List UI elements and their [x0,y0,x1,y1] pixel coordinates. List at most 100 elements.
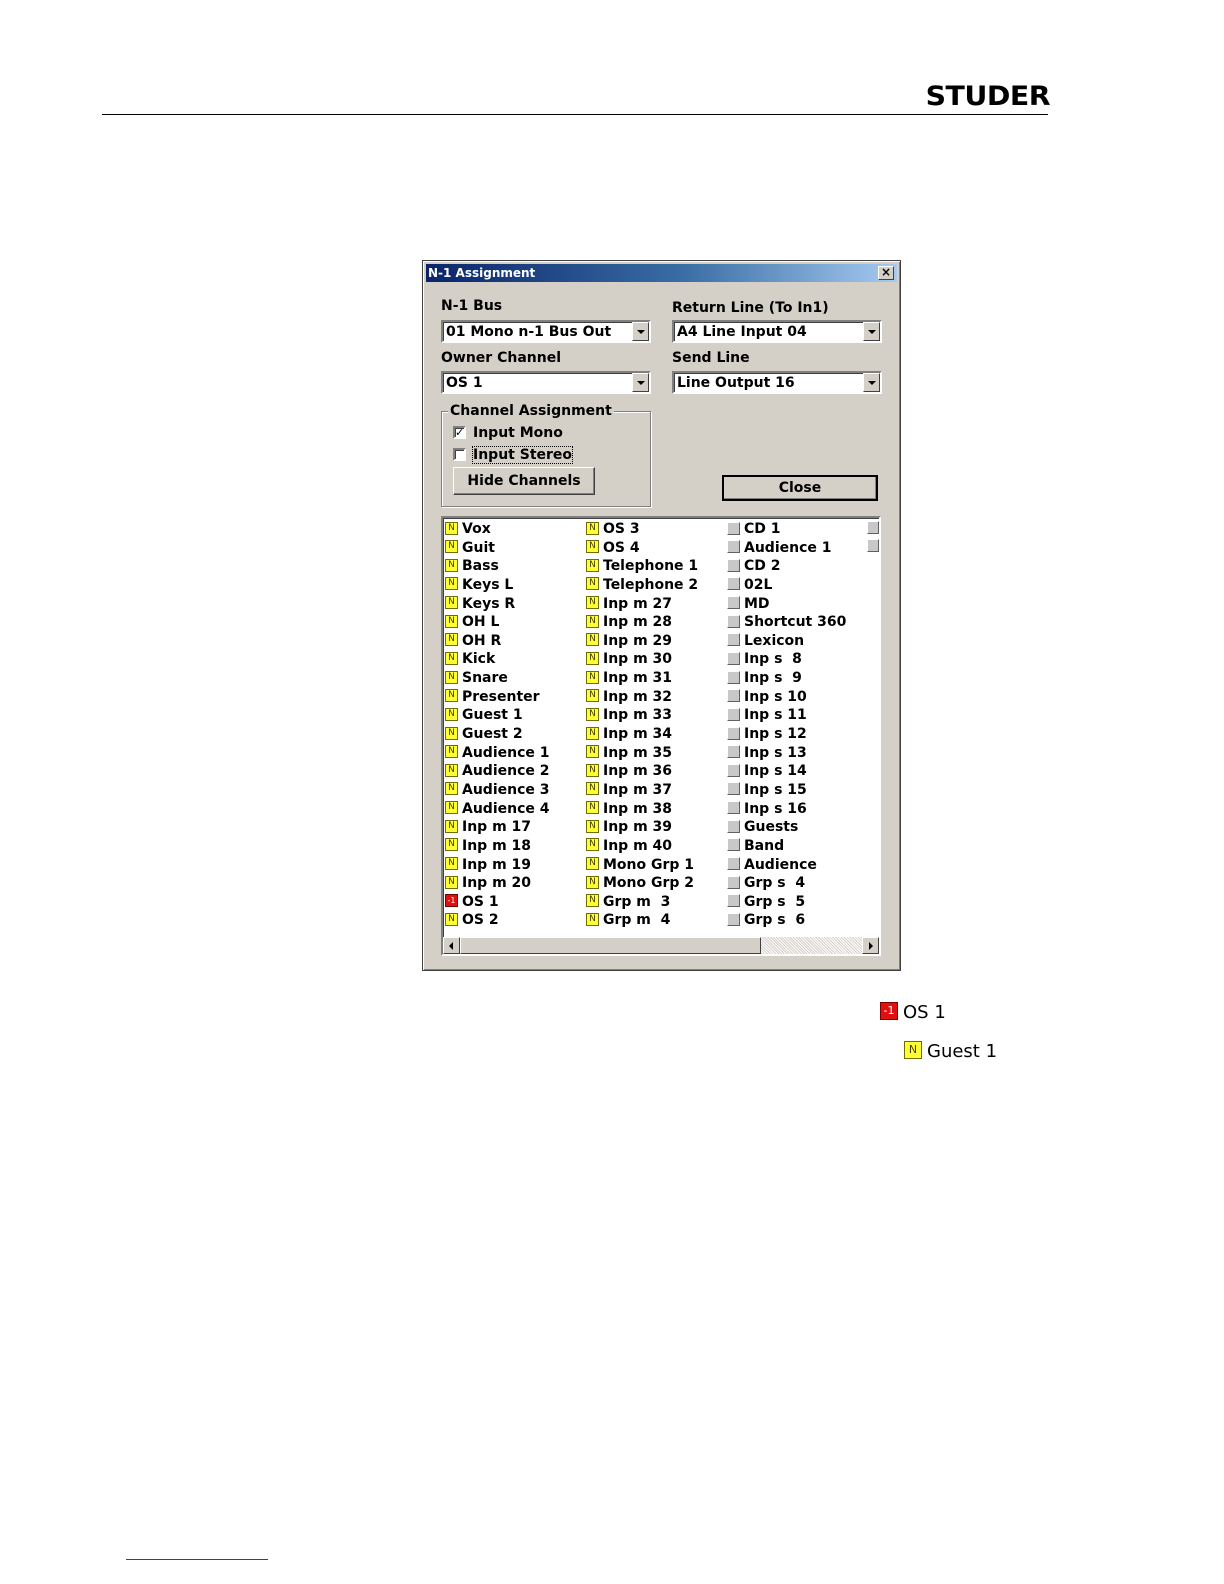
channel-item[interactable]: N Inp m 30 [586,650,698,669]
channel-item[interactable]: N OS 2 [445,911,550,930]
channel-item[interactable]: N OH L [445,613,550,632]
assigned-indicator-icon[interactable]: N [586,558,599,572]
channel-item[interactable]: Inp s 8 [727,650,846,669]
assigned-indicator-icon[interactable]: N [445,670,458,684]
chevron-down-icon[interactable] [632,373,649,392]
partial-indicator[interactable] [867,521,879,534]
assigned-indicator-icon[interactable]: N [445,801,458,815]
close-button[interactable]: Close [722,475,878,501]
channel-item[interactable]: Guests [727,818,846,837]
channel-item[interactable]: N Inp m 35 [586,744,698,763]
channel-item[interactable]: CD 1 [727,520,846,539]
scrollbar-thumb[interactable] [460,937,761,954]
assigned-indicator-icon[interactable]: N [586,577,599,591]
unassigned-indicator-icon[interactable] [727,782,740,796]
unassigned-indicator-icon[interactable] [727,577,740,591]
assigned-indicator-icon[interactable]: N [586,912,599,926]
partial-indicator[interactable] [867,539,879,552]
hide-channels-button[interactable]: Hide Channels [453,467,595,495]
channel-item[interactable]: Inp s 12 [727,725,846,744]
assigned-indicator-icon[interactable]: N [586,521,599,535]
assigned-indicator-icon[interactable]: N [445,782,458,796]
channel-item[interactable]: Audience [727,856,846,875]
channel-item[interactable]: CD 2 [727,557,846,576]
channel-item[interactable]: N Telephone 1 [586,557,698,576]
assigned-indicator-icon[interactable]: N [445,558,458,572]
unassigned-indicator-icon[interactable] [727,614,740,628]
channel-item[interactable]: Grp s 4 [727,874,846,893]
assigned-indicator-icon[interactable]: N [445,745,458,759]
unassigned-indicator-icon[interactable] [727,875,740,889]
assigned-indicator-icon[interactable]: N [445,707,458,721]
channel-item[interactable]: N Presenter [445,688,550,707]
assigned-indicator-icon[interactable]: N [445,838,458,852]
unassigned-indicator-icon[interactable] [727,819,740,833]
channel-item[interactable]: N Inp m 38 [586,800,698,819]
channel-item[interactable]: N Inp m 32 [586,688,698,707]
channel-item[interactable]: N Inp m 39 [586,818,698,837]
unassigned-indicator-icon[interactable] [727,521,740,535]
channel-item[interactable]: N Inp m 34 [586,725,698,744]
channel-item[interactable]: -1 OS 1 [445,893,550,912]
channel-item[interactable]: N Inp m 33 [586,706,698,725]
channel-item[interactable]: N Inp m 20 [445,874,550,893]
unassigned-indicator-icon[interactable] [727,857,740,871]
channel-item[interactable]: N Snare [445,669,550,688]
assigned-indicator-icon[interactable]: N [445,689,458,703]
assigned-indicator-icon[interactable]: N [445,651,458,665]
unassigned-indicator-icon[interactable] [727,894,740,908]
assigned-indicator-icon[interactable]: N [586,745,599,759]
unassigned-indicator-icon[interactable] [727,801,740,815]
assigned-indicator-icon[interactable]: N [445,857,458,871]
chevron-down-icon[interactable] [863,373,880,392]
owner-channel-select[interactable]: OS 1 [441,371,651,394]
assigned-indicator-icon[interactable]: N [586,819,599,833]
channel-item[interactable]: N OH R [445,632,550,651]
channel-item[interactable]: 02L [727,576,846,595]
assigned-indicator-icon[interactable]: N [445,875,458,889]
channel-item[interactable]: N Audience 3 [445,781,550,800]
assigned-indicator-icon[interactable]: N [586,707,599,721]
chevron-down-icon[interactable] [632,322,649,341]
channel-item[interactable]: N Telephone 2 [586,576,698,595]
assigned-indicator-icon[interactable]: N [445,763,458,777]
channel-item[interactable]: Lexicon [727,632,846,651]
channel-item[interactable]: N Audience 4 [445,800,550,819]
channel-item[interactable]: N Mono Grp 1 [586,856,698,875]
unassigned-indicator-icon[interactable] [727,596,740,610]
assigned-indicator-icon[interactable]: N [586,857,599,871]
assigned-indicator-icon[interactable]: N [586,838,599,852]
unassigned-indicator-icon[interactable] [727,912,740,926]
channel-item[interactable]: N Inp m 36 [586,762,698,781]
return-line-select[interactable]: A4 Line Input 04 [672,320,882,343]
channel-item[interactable]: N Inp m 19 [445,856,550,875]
channel-item[interactable]: Inp s 14 [727,762,846,781]
channel-item[interactable]: N Guest 1 [445,706,550,725]
channel-item[interactable]: Grp s 5 [727,893,846,912]
owner-indicator-icon[interactable]: -1 [445,894,458,908]
scroll-right-icon[interactable] [862,937,879,954]
unassigned-indicator-icon[interactable] [727,558,740,572]
send-line-select[interactable]: Line Output 16 [672,371,882,394]
channel-item[interactable]: N Bass [445,557,550,576]
channel-item[interactable]: N Guest 2 [445,725,550,744]
channel-item[interactable]: N Audience 1 [445,744,550,763]
assigned-indicator-icon[interactable]: N [586,689,599,703]
assigned-indicator-icon[interactable]: N [586,763,599,777]
channel-item[interactable]: N Inp m 31 [586,669,698,688]
assigned-indicator-icon[interactable]: N [586,782,599,796]
channel-item[interactable]: N Inp m 18 [445,837,550,856]
input-stereo-checkbox[interactable] [453,448,466,461]
channel-item[interactable]: N Inp m 28 [586,613,698,632]
unassigned-indicator-icon[interactable] [727,633,740,647]
channel-item[interactable]: N Guit [445,539,550,558]
horizontal-scrollbar[interactable] [443,937,879,954]
scroll-left-icon[interactable] [443,937,460,954]
channel-item[interactable]: N Keys R [445,595,550,614]
channel-item[interactable]: Inp s 15 [727,781,846,800]
unassigned-indicator-icon[interactable] [727,670,740,684]
channel-item[interactable]: MD [727,595,846,614]
unassigned-indicator-icon[interactable] [727,745,740,759]
channel-item[interactable]: N Kick [445,650,550,669]
input-mono-label[interactable]: Input Mono [473,425,563,441]
